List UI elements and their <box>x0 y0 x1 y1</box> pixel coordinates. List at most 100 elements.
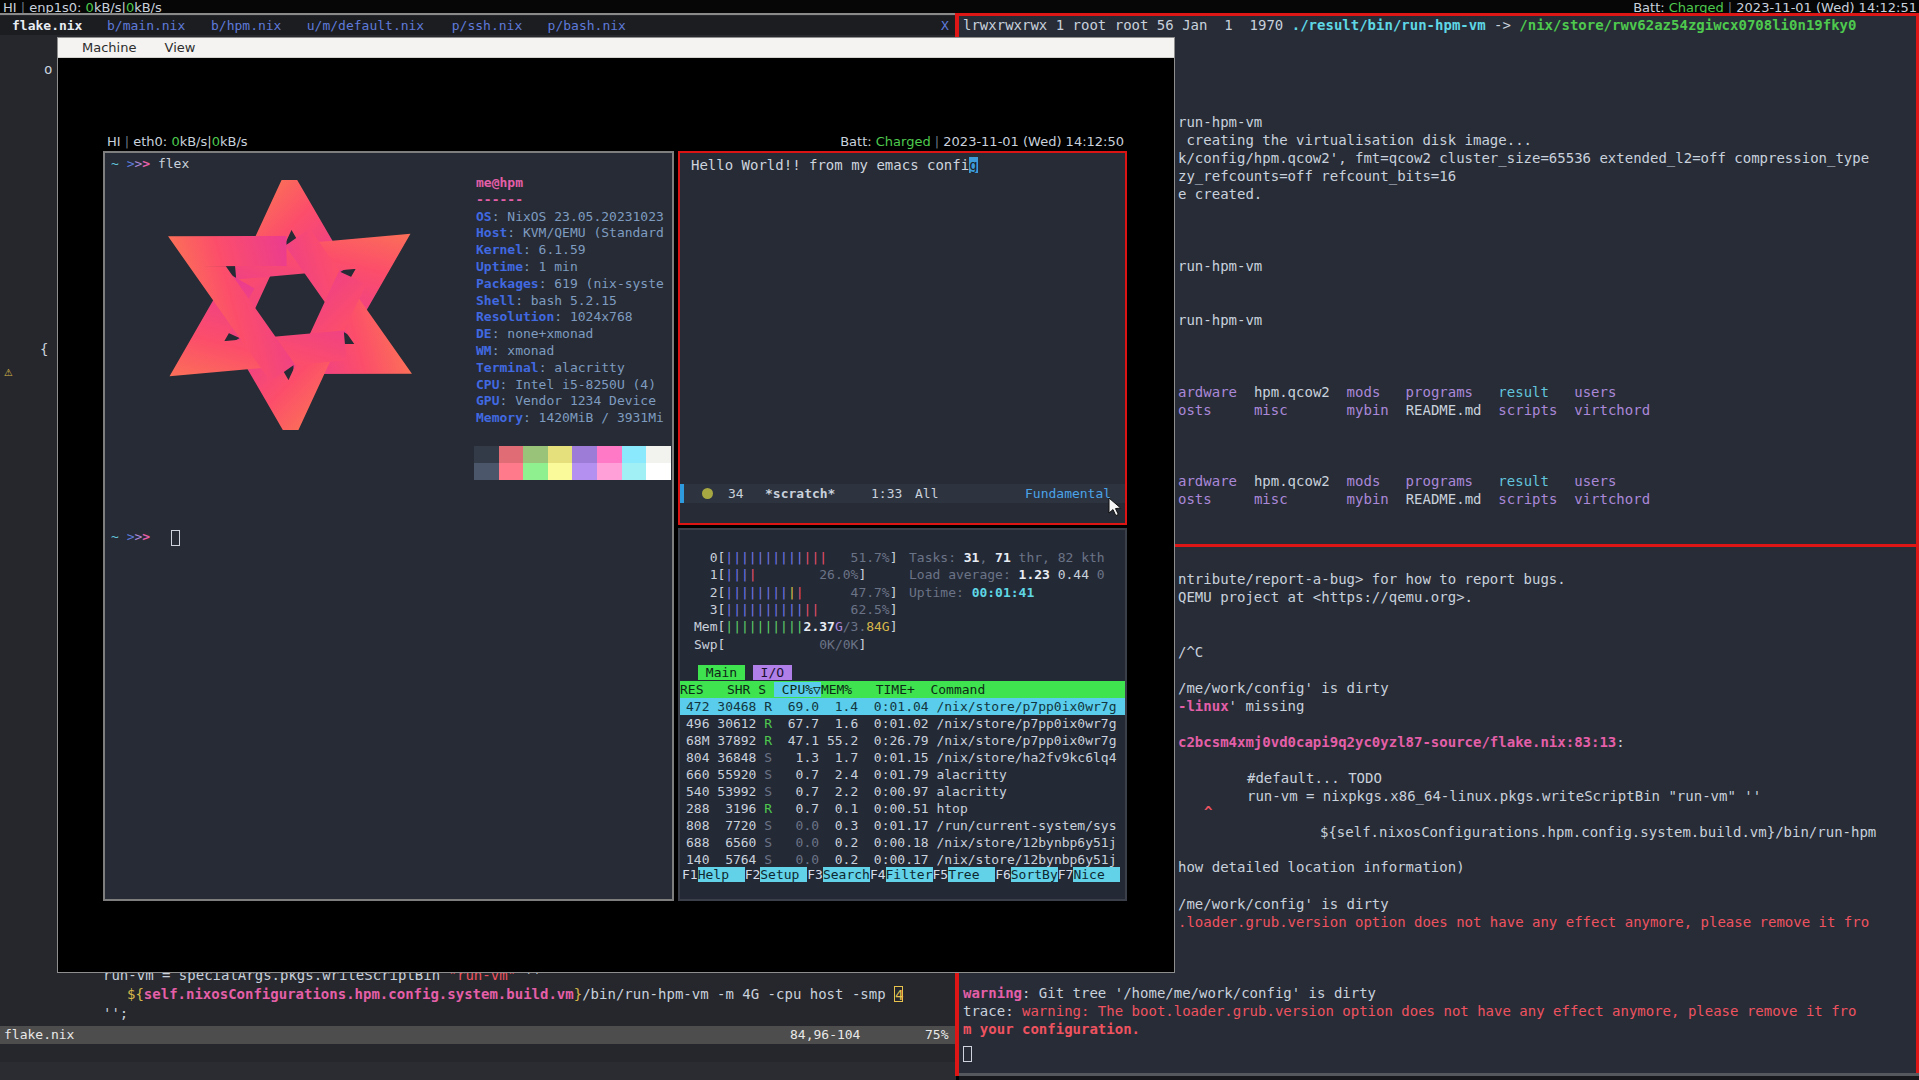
text-segment: HI <box>107 134 125 149</box>
htop-process-row[interactable]: 540 53992 S 0.7 2.2 0:00.97 alacritty <box>686 783 1125 800</box>
htop-process-row[interactable]: 288 3196 R 0.7 0.1 0:00.51 htop <box>686 800 1125 817</box>
text-segment: || <box>804 602 820 617</box>
text-segment <box>1330 384 1347 400</box>
text-segment: /me/work/config' is dirty <box>1178 896 1389 912</box>
text-segment: users <box>1574 384 1616 400</box>
htop-tab-io[interactable]: I/O <box>753 665 792 680</box>
text-segment: S <box>764 750 772 765</box>
fkey[interactable]: F4 <box>870 867 886 882</box>
emacs-window[interactable]: Hello World!! from my emacs config 34 *s… <box>678 151 1127 525</box>
text-segment: /3. <box>843 619 866 634</box>
text-segment: 540 53992 <box>686 784 764 799</box>
terminal-line: creating the virtualisation disk image..… <box>1178 131 1532 149</box>
text-segment: 0K/0K <box>725 637 858 652</box>
text-segment: | <box>125 134 134 149</box>
fkey[interactable]: F7 <box>1058 867 1074 882</box>
terminal-line: /me/work/config' is dirty <box>1178 679 1389 697</box>
fkey[interactable]: F2 <box>745 867 761 882</box>
tab[interactable]: p/bash.nix <box>548 16 626 35</box>
htop-process-row[interactable]: 804 36848 S 1.3 1.7 0:01.15 /nix/store/h… <box>686 749 1125 766</box>
htop-process-row[interactable]: 808 7720 S 0.0 0.3 0:01.17 /run/current-… <box>686 817 1125 834</box>
terminal-line: trace: warning: The boot.loader.grub.ver… <box>963 1002 1856 1020</box>
info-title: ------ <box>476 192 523 207</box>
terminal-line: ${self.nixosConfigurations.hpm.config.sy… <box>1320 823 1876 841</box>
text-segment: ] <box>858 567 866 582</box>
fkey[interactable]: F1 <box>682 867 698 882</box>
tabline-close-button[interactable]: X <box>941 16 949 35</box>
fkey-label[interactable]: Filter <box>886 867 933 882</box>
text-segment <box>1389 402 1406 418</box>
palette-swatch <box>646 463 671 480</box>
info-value: : 6.1.59 <box>523 242 586 257</box>
info-value: : 1024x768 <box>554 309 632 324</box>
text-segment: ~ <box>111 529 119 544</box>
terminal-line: /me/work/config' is dirty <box>1178 895 1389 913</box>
text-segment: 2023-11-01 (Wed) 14:12:50 <box>943 134 1124 149</box>
text-segment <box>1330 473 1347 489</box>
tab[interactable]: u/m/default.nix <box>307 16 424 35</box>
htop-process-row[interactable]: 688 6560 S 0.0 0.2 0:00.18 /nix/store/12… <box>686 834 1125 851</box>
vim-cursor: 4 <box>894 986 903 1002</box>
modeline-major-mode: Fundamental <box>1025 484 1111 503</box>
text-segment <box>1549 473 1574 489</box>
htop-process-row[interactable]: 68M 37892 R 47.1 55.2 0:26.79 /nix/store… <box>686 732 1125 749</box>
qemu-window[interactable]: Machine View HI | eth0: 0kB/s|0kB/s Batt… <box>57 37 1175 973</box>
tab[interactable]: p/ssh.nix <box>452 16 522 35</box>
text-segment: ' missing <box>1229 698 1305 714</box>
text-segment: S <box>764 852 772 867</box>
palette-swatch <box>572 446 597 463</box>
info-value: : none+xmonad <box>492 326 594 341</box>
text-segment: scripts <box>1498 491 1557 507</box>
neofetch-line: Terminal: alacritty <box>476 360 625 376</box>
fkey-label[interactable]: Setup <box>760 867 807 882</box>
text-segment: | <box>931 134 944 149</box>
text-segment: mybin <box>1347 491 1389 507</box>
terminal-line: warning: Git tree '/home/me/work/config'… <box>963 984 1376 1002</box>
terminal-line: osts misc mybin README.md scripts virtch… <box>1178 490 1650 508</box>
htop-process-row[interactable]: 472 30468 R 69.0 1.4 0:01.04 /nix/store/… <box>680 698 1125 715</box>
vm-screen: HI | eth0: 0kB/s|0kB/s Batt: Charged | 2… <box>103 133 1127 901</box>
htop-process-row[interactable]: 660 55920 S 0.7 2.4 0:01.79 alacritty <box>686 766 1125 783</box>
text-segment <box>1549 384 1574 400</box>
text-segment: 1[ <box>694 567 725 582</box>
fkey[interactable]: F6 <box>995 867 1011 882</box>
tab[interactable]: b/main.nix <box>107 16 185 35</box>
fkey[interactable]: F3 <box>807 867 823 882</box>
htop-summary-line: Load average: 1.23 0.44 0 <box>909 566 1105 583</box>
text-segment: 1.23 <box>1019 567 1050 582</box>
text-segment: e created. <box>1178 186 1262 202</box>
fkey-label[interactable]: Search <box>823 867 870 882</box>
htop-tab-main[interactable]: Main <box>698 665 745 680</box>
text-segment: run-hpm-vm <box>1178 114 1262 130</box>
vm-terminal-window[interactable]: ~ >>> flex me@hpm------OS: NixOS 23.05.2… <box>103 151 674 901</box>
info-value: : alacritty <box>539 360 625 375</box>
fkey-label[interactable]: Nice <box>1073 867 1120 882</box>
fkey-label[interactable]: Help <box>698 867 745 882</box>
vm-status-bar: HI | eth0: 0kB/s|0kB/s Batt: Charged | 2… <box>103 133 1127 150</box>
tab-active[interactable]: flake.nix <box>12 16 82 35</box>
menu-view[interactable]: View <box>165 40 196 55</box>
text-segment: m your configuration. <box>963 1021 1140 1037</box>
fkey-label[interactable]: SortBy <box>1011 867 1058 882</box>
text-segment: 47.1 55.2 0:26.79 /nix/store/p7pp0ix0wr7… <box>772 733 1116 748</box>
fkey-label[interactable]: Tree <box>948 867 995 882</box>
vim-window-border <box>0 13 956 15</box>
fkey[interactable]: F5 <box>933 867 949 882</box>
tab[interactable]: b/hpm.nix <box>211 16 281 35</box>
htop-window[interactable]: Main I/O RES SHR S CPU%▽MEM% TIME+ Comma… <box>678 528 1127 901</box>
text-segment <box>1481 491 1498 507</box>
info-value: : Intel i5-8250U (4) <box>499 377 656 392</box>
htop-meter: Mem[||||||||||2.37G/3.84G] <box>694 618 898 635</box>
text-segment: |||||||| <box>725 585 788 600</box>
htop-meter: Swp[ 0K/0K] <box>694 636 866 653</box>
palette-swatch <box>548 463 573 480</box>
htop-body: Main I/O RES SHR S CPU%▽MEM% TIME+ Comma… <box>680 530 1125 899</box>
menu-machine[interactable]: Machine <box>82 40 136 55</box>
text-segment: virtchord <box>1574 491 1650 507</box>
text-segment: { <box>40 341 48 357</box>
text-segment <box>1212 402 1254 418</box>
text-segment: programs <box>1406 473 1473 489</box>
terminal-line: run-hpm-vm <box>1178 113 1262 131</box>
text-segment: Load average: <box>909 567 1019 582</box>
htop-process-row[interactable]: 496 30612 R 67.7 1.6 0:01.02 /nix/store/… <box>686 715 1125 732</box>
